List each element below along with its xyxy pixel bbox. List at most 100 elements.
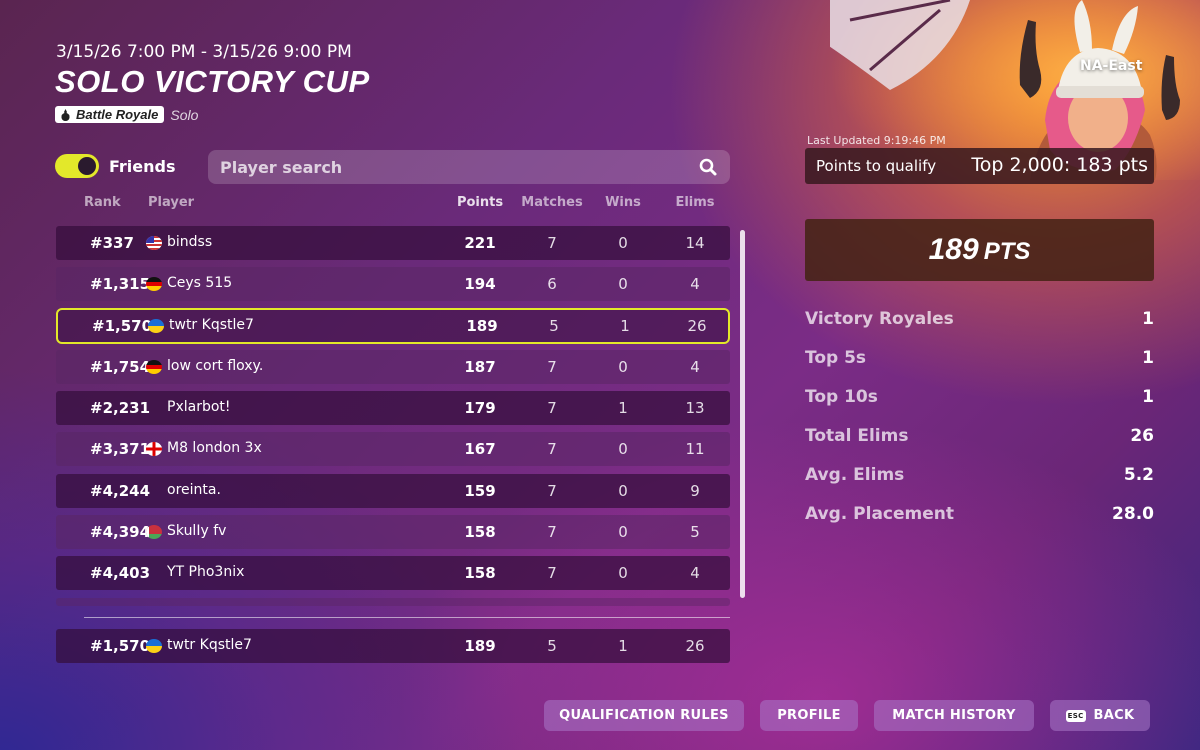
row-wins: 1 — [618, 399, 628, 417]
row-matches: 7 — [547, 399, 557, 417]
row-wins: 0 — [618, 358, 628, 376]
event-date-range: 3/15/26 7:00 PM - 3/15/26 9:00 PM — [56, 42, 352, 62]
esc-key-icon: ESC — [1065, 709, 1086, 722]
stat-label: Avg. Placement — [805, 504, 955, 524]
row-rank: #4,403 — [90, 564, 151, 582]
row-player: twtr Kqstle7 — [169, 317, 254, 333]
row-matches: 7 — [547, 358, 557, 376]
column-header-matches: Matches — [521, 195, 583, 210]
flag-ua-icon — [148, 319, 164, 333]
table-row[interactable]: #1,754 low cort floxy. 187 7 0 4 — [56, 350, 730, 384]
row-player: Ceys 515 — [167, 275, 233, 291]
back-button[interactable]: ESC BACK — [1050, 700, 1150, 731]
profile-button[interactable]: PROFILE — [760, 700, 858, 731]
row-rank: #4,394 — [90, 523, 151, 541]
row-matches: 7 — [547, 482, 557, 500]
row-rank: #3,371 — [90, 440, 151, 458]
row-elims: 13 — [685, 399, 705, 417]
qualification-rules-button[interactable]: QUALIFICATION RULES — [544, 700, 744, 731]
last-updated: Last Updated 9:19:46 PM — [807, 134, 946, 147]
search-icon[interactable] — [698, 157, 718, 177]
match-history-button[interactable]: MATCH HISTORY — [874, 700, 1034, 731]
row-wins: 0 — [618, 275, 628, 293]
row-points: 158 — [464, 564, 496, 582]
row-points: 221 — [464, 234, 496, 252]
row-matches: 7 — [547, 440, 557, 458]
table-row[interactable]: #3,371 M8 london 3x 167 7 0 11 — [56, 432, 730, 466]
row-player: bindss — [167, 234, 213, 250]
qualify-box: Points to qualify Top 2,000: 183 pts — [805, 148, 1154, 184]
row-elims: 4 — [690, 564, 700, 582]
table-row-current-player[interactable]: #1,570 twtr Kqstle7 189 5 1 26 — [56, 308, 730, 344]
stat-total-elims: Total Elims 26 — [805, 426, 1154, 446]
stat-label: Top 5s — [805, 348, 867, 368]
flag-england-icon — [146, 442, 162, 456]
row-points: 194 — [464, 275, 496, 293]
stat-value: 28.0 — [1112, 504, 1154, 524]
back-button-label: BACK — [1093, 708, 1135, 723]
row-player: M8 london 3x — [167, 440, 262, 456]
row-elims: 9 — [690, 482, 700, 500]
flag-us-icon — [146, 236, 162, 250]
row-matches: 6 — [547, 275, 557, 293]
row-points: 189 — [466, 317, 498, 335]
stat-avg-placement: Avg. Placement 28.0 — [805, 504, 1154, 524]
row-elims: 5 — [690, 523, 700, 541]
row-player: SkulIy fv — [167, 523, 227, 539]
toggle-knob — [78, 157, 96, 175]
row-rank: #1,315 — [90, 275, 151, 293]
row-elims: 26 — [687, 317, 707, 335]
table-row[interactable]: #4,244 oreinta. 159 7 0 9 — [56, 474, 730, 508]
table-row[interactable]: #2,231 Pxlarbot! 179 7 1 13 — [56, 391, 730, 425]
table-row[interactable]: #4,403 YT Pho3nix 158 7 0 4 — [56, 556, 730, 590]
row-matches: 5 — [549, 317, 559, 335]
row-elims: 4 — [690, 275, 700, 293]
flag-de-icon — [146, 277, 162, 291]
row-elims: 14 — [685, 234, 705, 252]
leaderboard-scrollbar[interactable] — [740, 230, 745, 598]
stat-value: 26 — [1130, 426, 1154, 446]
player-search-box — [208, 150, 730, 184]
player-search-input[interactable] — [220, 157, 698, 177]
row-elims: 26 — [685, 637, 705, 655]
row-player: YT Pho3nix — [167, 564, 245, 580]
row-wins: 1 — [618, 637, 628, 655]
row-points: 187 — [464, 358, 496, 376]
table-row[interactable]: #4,394 SkulIy fv 158 7 0 5 — [56, 515, 730, 549]
table-row[interactable]: #337 bindss 221 7 0 14 — [56, 226, 730, 260]
qualify-label: Points to qualify — [816, 157, 937, 175]
flag-de-icon — [146, 360, 162, 374]
stat-label: Top 10s — [805, 387, 878, 407]
page-title: SOLO VICTORY CUP — [55, 64, 370, 99]
row-wins: 0 — [618, 564, 628, 582]
row-rank: #4,244 — [90, 482, 151, 500]
stat-top-5s: Top 5s 1 — [805, 348, 1154, 368]
row-player: low cort floxy. — [167, 358, 264, 374]
mode-chip: Battle Royale — [55, 106, 165, 123]
mode-subtitle: Solo — [170, 106, 199, 123]
row-wins: 0 — [618, 440, 628, 458]
total-points: 189 — [928, 233, 979, 266]
flag-by-icon — [146, 525, 162, 539]
stat-value: 1 — [1142, 387, 1154, 407]
stat-value: 5.2 — [1123, 465, 1154, 485]
stat-label: Total Elims — [805, 426, 909, 446]
column-header-points: Points — [456, 195, 504, 210]
column-header-rank: Rank — [84, 195, 121, 210]
table-row[interactable]: #1,315 Ceys 515 194 6 0 4 — [56, 267, 730, 301]
row-player: twtr Kqstle7 — [167, 637, 252, 653]
table-row-pinned[interactable]: #1,570 twtr Kqstle7 189 5 1 26 — [56, 629, 730, 663]
scrollbar-thumb[interactable] — [740, 230, 745, 598]
row-player: oreinta. — [167, 482, 221, 498]
row-elims: 4 — [690, 358, 700, 376]
row-elims: 11 — [685, 440, 705, 458]
friends-toggle[interactable] — [55, 154, 99, 178]
row-points: 189 — [464, 637, 496, 655]
row-rank: #1,570 — [92, 317, 153, 335]
flag-ua-icon — [146, 639, 162, 653]
row-rank: #337 — [90, 234, 134, 252]
row-matches: 7 — [547, 523, 557, 541]
row-wins: 0 — [618, 234, 628, 252]
column-header-player: Player — [148, 195, 195, 210]
total-points-unit: PTS — [983, 238, 1031, 265]
